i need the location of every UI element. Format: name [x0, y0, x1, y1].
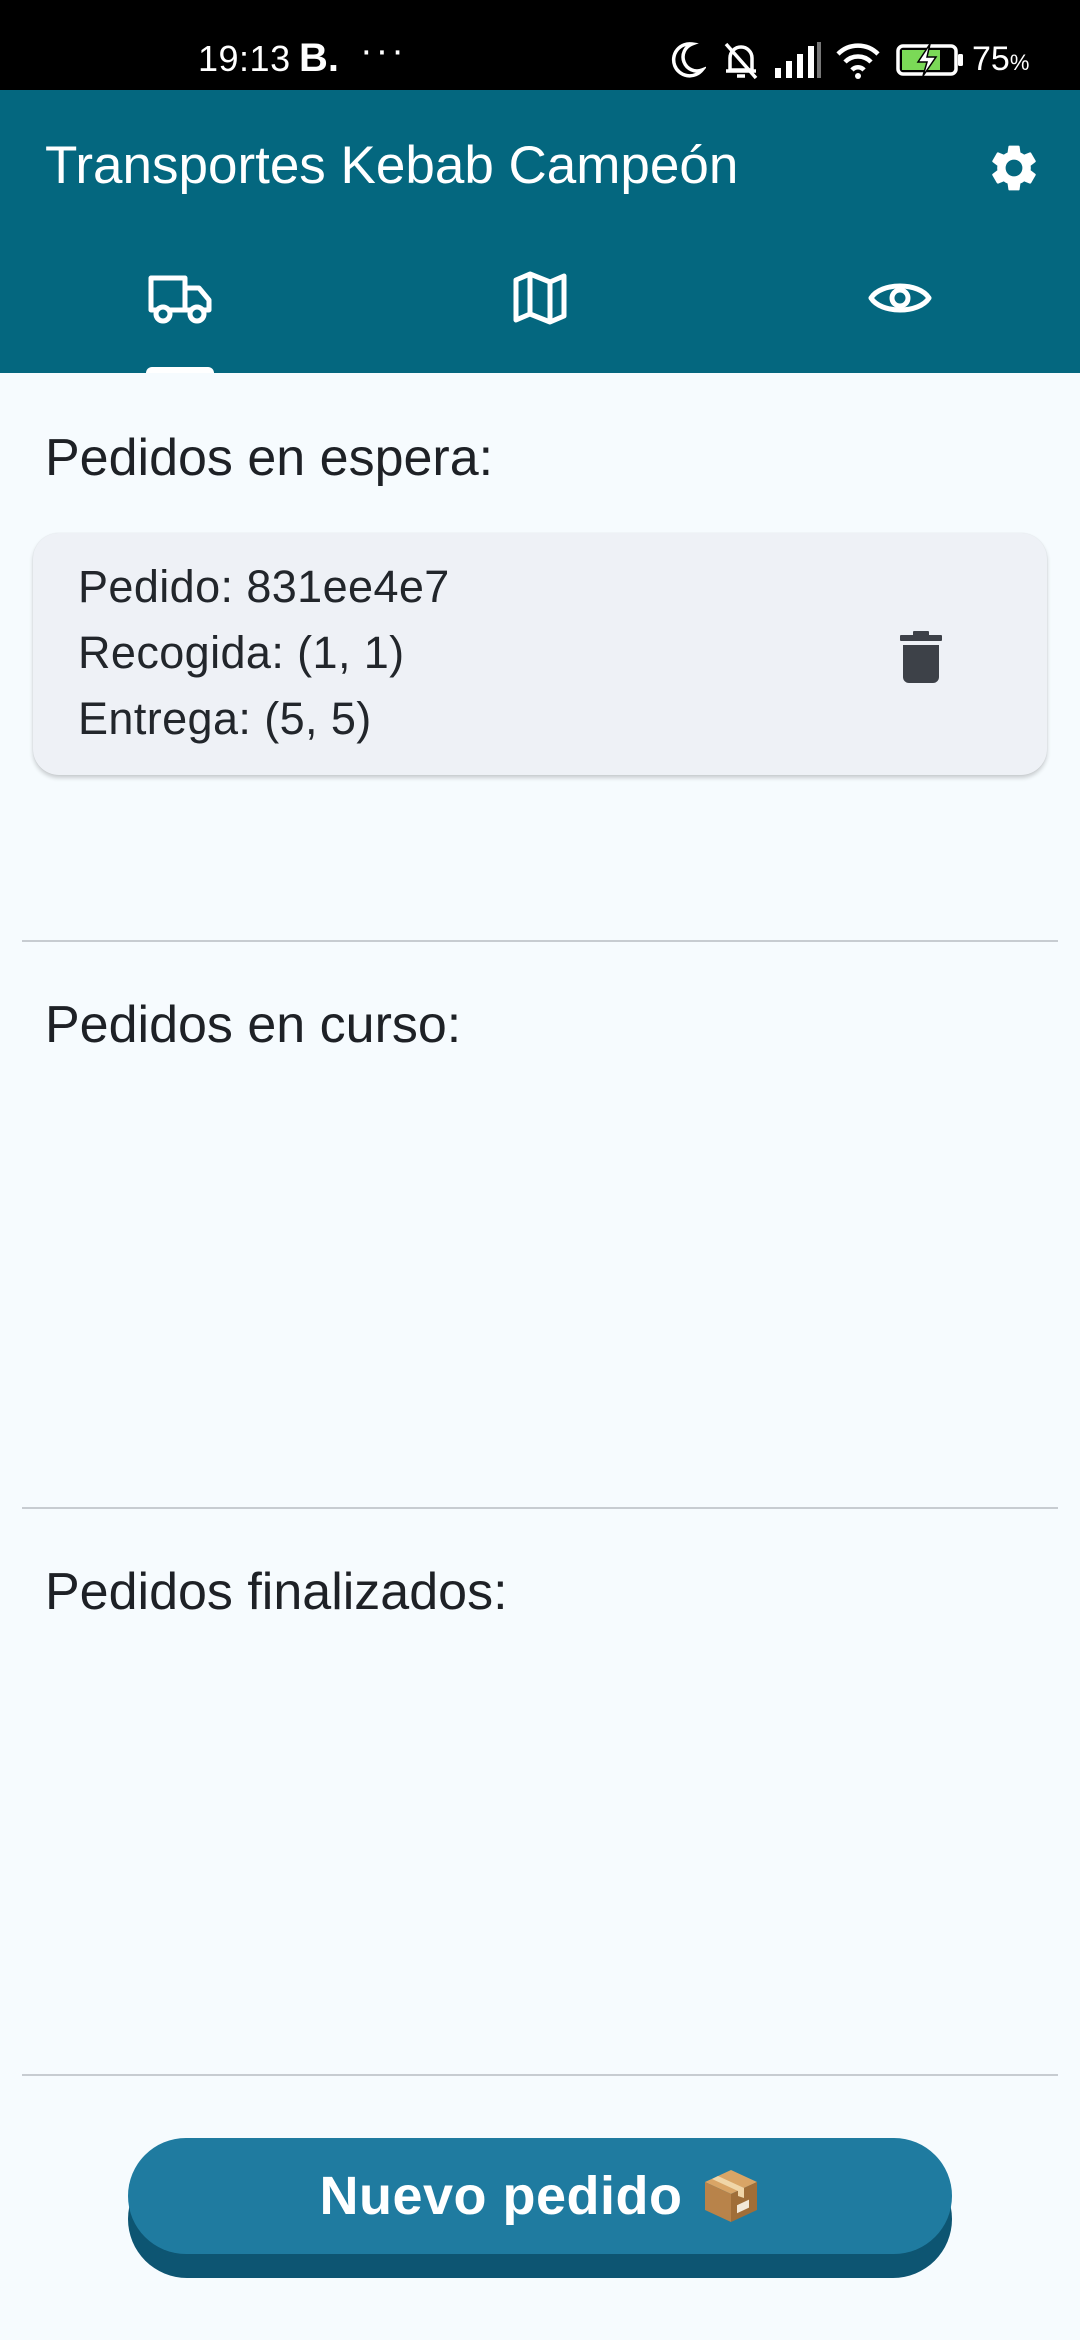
- order-card[interactable]: Pedido: 831ee4e7 Recogida: (1, 1) Entreg…: [33, 533, 1047, 775]
- order-id: Pedido: 831ee4e7: [78, 561, 450, 612]
- section-title-in-progress: Pedidos en curso:: [45, 996, 462, 1054]
- settings-button[interactable]: [980, 134, 1048, 202]
- signal-icon: [775, 42, 821, 78]
- section-title-waiting: Pedidos en espera:: [45, 429, 494, 487]
- trash-icon: [900, 631, 942, 683]
- battery-charging-icon: [896, 43, 963, 77]
- divider: [22, 2074, 1058, 2076]
- more-notifications-icon: ···: [360, 30, 407, 72]
- truck-icon: [148, 275, 212, 324]
- wifi-icon: [836, 43, 880, 79]
- gear-icon: [992, 145, 1036, 191]
- eye-icon: [868, 283, 932, 313]
- status-time: 19:13: [198, 38, 291, 79]
- tab-map[interactable]: [360, 270, 720, 373]
- divider: [22, 1507, 1058, 1509]
- map-icon: [513, 271, 567, 325]
- delete-order-button[interactable]: [885, 621, 957, 693]
- tab-orders[interactable]: [0, 270, 360, 373]
- status-bar: 19:13 B. ··· 75%: [0, 0, 1080, 90]
- new-order-button[interactable]: Nuevo pedido: [128, 2138, 952, 2278]
- package-icon: [704, 2170, 757, 2222]
- tab-indicator: [146, 367, 214, 373]
- order-delivery: Entrega: (5, 5): [78, 693, 372, 744]
- moon-icon: [671, 42, 706, 78]
- battery-percent: 75%: [972, 40, 1030, 78]
- new-order-button-face: Nuevo pedido: [128, 2138, 952, 2254]
- divider: [22, 940, 1058, 942]
- tab-view[interactable]: [720, 270, 1080, 373]
- section-title-finished: Pedidos finalizados:: [45, 1563, 508, 1621]
- notification-icon: B.: [299, 36, 339, 80]
- app-title: Transportes Kebab Campeón: [45, 136, 739, 195]
- app-bar: Transportes Kebab Campeón: [0, 90, 1080, 373]
- bell-off-icon: [724, 42, 758, 80]
- order-pickup: Recogida: (1, 1): [78, 627, 405, 678]
- new-order-label: Nuevo pedido: [319, 2166, 683, 2226]
